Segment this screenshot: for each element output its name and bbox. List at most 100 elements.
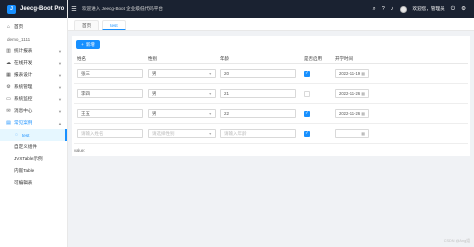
- enabled-checkbox[interactable]: [304, 90, 310, 97]
- chevron-down-icon: ▼: [58, 84, 62, 90]
- table-header: 姓名 性别 年龄 是否启用 开学时间: [74, 55, 468, 64]
- tab-bar: 首页 test: [68, 18, 474, 31]
- enabled-checkbox[interactable]: ✓: [304, 70, 310, 77]
- add-button-label: 新增: [85, 41, 95, 47]
- header-actions: ⌕ ? ♪ 欢迎您，管理员 ⏻ ⚙: [373, 5, 474, 13]
- sidebar-item[interactable]: demo_1111: [0, 33, 67, 45]
- user-name[interactable]: 欢迎您，管理员: [413, 6, 445, 12]
- sex-select-value: 男: [152, 70, 157, 76]
- app-logo[interactable]: J Jeecg-Boot Pro: [0, 0, 67, 18]
- sidebar-subitem[interactable]: ◌ test: [0, 129, 67, 141]
- report-icon: ▦: [6, 72, 11, 78]
- table-row: 张三男 ▼ 20 ✓ 2022-11-19 ▦: [74, 64, 468, 84]
- search-icon[interactable]: ⌕: [373, 6, 376, 13]
- sidebar-item-label: 报表设计: [14, 72, 33, 77]
- bell-icon[interactable]: ♪: [391, 6, 394, 12]
- welcome-text: 欢迎进入 Jeecg-Boot 企业级低代码平台: [82, 6, 163, 11]
- sidebar: J Jeecg-Boot Pro ⌂ 首页 demo_1111 ▥ 统计报表 ▼ ☁ 在线开发…: [0, 0, 68, 247]
- menu-toggle-icon[interactable]: ☰: [68, 0, 80, 18]
- sidebar-item-label: demo_1111: [7, 36, 31, 42]
- chart-icon: ▥: [6, 48, 11, 54]
- calendar-icon: ▦: [361, 71, 365, 76]
- sidebar-subitem[interactable]: 内嵌Table: [0, 165, 67, 177]
- table-row: 李四男 ▼ 21 2022-11-26 ▦: [74, 84, 468, 104]
- sidebar-subitem[interactable]: 可编辑表: [0, 177, 67, 189]
- avatar[interactable]: [399, 5, 407, 13]
- sidebar-item-label: 消息中心: [14, 108, 33, 113]
- column-header-date: 开学时间: [335, 56, 353, 61]
- sidebar-subitem[interactable]: JVXTable示例: [0, 153, 67, 165]
- chevron-down-icon: ▼: [208, 91, 212, 96]
- sidebar-subitem[interactable]: 自定义组件: [0, 141, 67, 153]
- sidebar-item[interactable]: ✉ 消息中心 ▼: [0, 105, 67, 117]
- sidebar-item[interactable]: ▥ 统计报表 ▼: [0, 45, 67, 57]
- enabled-checkbox[interactable]: ✓: [304, 110, 310, 117]
- date-picker[interactable]: ▦: [335, 129, 369, 138]
- calendar-icon: ▦: [361, 91, 365, 96]
- column-header-enabled: 是否启用: [304, 56, 322, 61]
- date-picker[interactable]: 2022-11-26 ▦: [335, 89, 369, 98]
- sidebar-item[interactable]: ▤ 常见案例 ▲: [0, 117, 67, 129]
- logout-icon[interactable]: ⏻: [451, 6, 455, 13]
- sidebar-subitem-label: 可编辑表: [14, 180, 33, 185]
- chevron-down-icon: ▼: [208, 111, 212, 116]
- sidebar-item-label: 系统管理: [14, 84, 33, 89]
- table-row: 王五男 ▼ 22 ✓ 2022-11-26 ▦: [74, 104, 468, 124]
- sex-select-value: 男: [152, 110, 157, 116]
- name-input[interactable]: 王五: [77, 109, 143, 118]
- sidebar-item[interactable]: ☁ 在线开发 ▼: [0, 57, 67, 69]
- value-label: value:: [74, 148, 86, 153]
- date-picker[interactable]: 2022-11-19 ▦: [335, 69, 369, 78]
- sidebar-item[interactable]: ⚙ 系统管理 ▼: [0, 81, 67, 93]
- sex-select-placeholder: 请选择性别: [152, 130, 175, 136]
- date-value: 2022-11-26: [339, 91, 361, 96]
- sidebar-item-label: 系统监控: [14, 96, 33, 101]
- sex-select[interactable]: 男 ▼: [148, 89, 216, 98]
- table-row-empty: 请输入姓名 请选择性别 ▼ 请输入年龄 ✓ ▦: [74, 124, 468, 144]
- tab-test[interactable]: test: [102, 20, 126, 30]
- main-content: + 新增 姓名 性别 年龄 是否启用 开学时间 张三男 ▼ 20 ✓ 2022-11-1…: [72, 36, 470, 156]
- sidebar-subitem-label: 自定义组件: [14, 144, 37, 149]
- top-header: ☰ 欢迎进入 Jeecg-Boot 企业级低代码平台 ⌕ ? ♪ 欢迎您，管理员…: [68, 0, 474, 18]
- sidebar-item-label: 常见案例: [14, 120, 33, 125]
- name-input[interactable]: 张三: [77, 69, 143, 78]
- column-header-sex: 性别: [148, 56, 157, 61]
- tab-home[interactable]: 首页: [74, 20, 100, 30]
- sex-select[interactable]: 请选择性别 ▼: [148, 129, 216, 138]
- sidebar-item[interactable]: ▭ 系统监控 ▼: [0, 93, 67, 105]
- home-icon: ⌂: [6, 24, 11, 30]
- age-input[interactable]: 21: [220, 89, 296, 98]
- help-icon[interactable]: ?: [382, 6, 385, 12]
- age-input[interactable]: 22: [220, 109, 296, 118]
- name-input[interactable]: 李四: [77, 89, 143, 98]
- sex-select[interactable]: 男 ▼: [148, 109, 216, 118]
- date-picker[interactable]: 2022-11-26 ▦: [335, 109, 369, 118]
- add-button[interactable]: + 新增: [76, 40, 100, 49]
- sidebar-item-label: 在线开发: [14, 60, 33, 65]
- case-icon: ▤: [6, 120, 11, 126]
- age-input[interactable]: 20: [220, 69, 296, 78]
- chevron-down-icon: ▼: [58, 48, 62, 54]
- setting-icon: ⚙: [6, 84, 11, 90]
- settings-icon[interactable]: ⚙: [461, 6, 466, 12]
- logo-icon: J: [7, 4, 16, 14]
- name-input[interactable]: 请输入姓名: [77, 129, 143, 138]
- column-header-age: 年龄: [220, 56, 229, 61]
- sidebar-item[interactable]: ▦ 报表设计 ▼: [0, 69, 67, 81]
- chevron-down-icon: ▼: [58, 60, 62, 66]
- table-body: 张三男 ▼ 20 ✓ 2022-11-19 ▦ 李四男 ▼ 21 2022-11-26 ▦ 王五男 ▼ 2…: [74, 64, 468, 124]
- age-input[interactable]: 请输入年龄: [220, 129, 296, 138]
- date-value: 2022-11-19: [339, 71, 361, 76]
- plus-icon: +: [81, 42, 84, 47]
- chevron-up-icon: ▲: [58, 120, 62, 126]
- chevron-down-icon: ▼: [58, 96, 62, 102]
- message-icon: ✉: [6, 108, 11, 114]
- calendar-icon: ▦: [361, 111, 365, 116]
- chevron-down-icon: ▼: [58, 108, 62, 114]
- sex-select[interactable]: 男 ▼: [148, 69, 216, 78]
- enabled-checkbox[interactable]: ✓: [304, 130, 310, 137]
- chevron-down-icon: ▼: [208, 71, 212, 76]
- chevron-down-icon: ▼: [208, 131, 212, 136]
- sidebar-item-label: 统计报表: [14, 48, 33, 53]
- sidebar-item[interactable]: ⌂ 首页: [0, 21, 67, 33]
